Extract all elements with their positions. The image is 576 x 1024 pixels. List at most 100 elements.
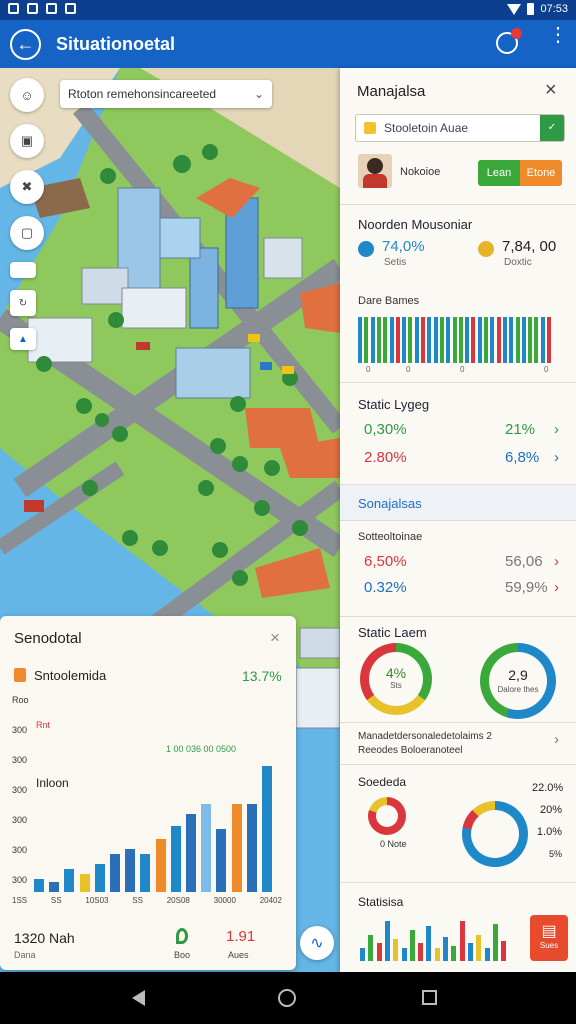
chart-bar xyxy=(458,317,463,363)
chart-bar xyxy=(451,945,457,961)
chart-bar xyxy=(155,839,166,892)
row-left-value: 2.80% xyxy=(364,449,407,466)
chart-bar xyxy=(484,317,488,363)
back-arrow-icon[interactable]: ← xyxy=(10,29,41,60)
chevron-right-icon[interactable]: › xyxy=(554,579,559,596)
donut-chart xyxy=(462,801,528,867)
details-line: Reeodes Boloeranoteel xyxy=(358,745,463,756)
x-label: 20402 xyxy=(259,896,282,905)
chart-bar xyxy=(467,943,473,961)
export-icon: ▤ xyxy=(541,923,557,940)
chart-bar xyxy=(383,317,388,363)
tools-icon[interactable]: ✖ xyxy=(10,170,44,204)
lean-button[interactable]: Lean xyxy=(478,160,520,186)
chart-note: 0 Note xyxy=(380,839,407,849)
bar-chart xyxy=(358,317,554,363)
chevron-right-icon[interactable]: › xyxy=(554,421,559,438)
square-icon[interactable]: ▢ xyxy=(10,216,44,250)
chart-bar xyxy=(364,317,369,363)
chart-bar xyxy=(34,879,44,892)
chart-bar xyxy=(395,317,400,363)
chart-bar xyxy=(452,317,457,363)
route-icon[interactable]: ↻ xyxy=(10,290,36,316)
chart-bar xyxy=(477,317,482,363)
etone-button[interactable]: Etone xyxy=(520,160,562,186)
close-icon[interactable]: × xyxy=(545,79,557,102)
chevron-right-icon[interactable]: › xyxy=(554,553,559,570)
export-button[interactable]: ▤ Sues xyxy=(530,915,568,961)
panel-search-input[interactable]: Stooletoin Auae ✓ xyxy=(355,114,565,142)
map-search-box[interactable]: Rtoton remehonsincareeted ⌄ xyxy=(60,80,272,108)
chart-bar xyxy=(49,881,60,892)
notification-badge xyxy=(511,28,522,39)
search-value: Stooletoin Auae xyxy=(384,121,469,135)
x-label: SS xyxy=(132,896,143,905)
bag-icon[interactable]: ▣ xyxy=(10,124,44,158)
section-sotteoltoinae: Sotteoltoinae 6,50% 56,06 › 0.32% 59,9% … xyxy=(340,520,576,616)
wifi-icon xyxy=(507,3,522,15)
chart-bar xyxy=(368,934,374,961)
chevron-right-icon[interactable]: › xyxy=(554,731,559,748)
item-label: Sntoolemida xyxy=(34,668,107,683)
stat-icon xyxy=(358,241,374,257)
y-label: 300 xyxy=(12,875,28,885)
chart-bar xyxy=(79,874,90,892)
y-label: 300 xyxy=(12,785,28,795)
back-nav-icon[interactable] xyxy=(132,990,145,1006)
section-title: Static Lygeg xyxy=(358,397,430,412)
section-title: Sonajalsas xyxy=(358,496,422,511)
map-search-placeholder: Rtoton remehonsincareeted xyxy=(68,87,217,101)
chart-bar xyxy=(358,317,362,363)
donut-value: 2,9 xyxy=(508,667,528,683)
chart-bar xyxy=(446,317,451,363)
section-title: Static Laem xyxy=(358,625,427,640)
map-tool-column: ☺ ▣ ✖ ▢ ↻ ▲ xyxy=(10,78,44,350)
chart-bar xyxy=(384,921,390,961)
section-details-link[interactable]: Manadetdersonaledetolaims 2 Reeodes Bolo… xyxy=(340,722,576,764)
chart-bar xyxy=(246,803,257,892)
trend-icon[interactable]: ∿ xyxy=(300,926,334,960)
chart-bar xyxy=(521,317,526,363)
bar-chart xyxy=(360,917,510,961)
close-icon[interactable]: × xyxy=(270,628,280,648)
stat-b-value: 7,84, 00 xyxy=(502,238,557,255)
legend-item: 1.0% xyxy=(536,826,562,838)
battery-icon xyxy=(527,3,535,15)
chart-bar xyxy=(476,934,482,961)
chart-bar xyxy=(389,317,394,363)
overflow-menu-icon[interactable]: ⋮ xyxy=(548,25,568,45)
app-notification-icon xyxy=(8,3,19,14)
chevron-right-icon[interactable]: › xyxy=(554,449,559,466)
section-static-lygeg: Static Lygeg 0,30% 21% › 2.80% 6,8% › xyxy=(340,382,576,484)
tick-label: 0 xyxy=(544,365,549,374)
user-avatar-icon[interactable]: ☺ xyxy=(10,78,44,112)
chart-bar xyxy=(501,941,507,961)
chart-bar xyxy=(216,829,227,892)
app-bar: ← Situationoetal ⋮ xyxy=(0,20,576,68)
chart-annotation: 1 00 036 00 0500 xyxy=(166,744,237,754)
chart-bar xyxy=(201,803,212,892)
chart-bar xyxy=(376,943,382,961)
notification-bell-icon[interactable] xyxy=(496,28,522,54)
section-title: Soededa xyxy=(358,775,407,789)
location-icon[interactable]: ▲ xyxy=(10,328,36,350)
recents-nav-icon[interactable] xyxy=(422,990,437,1005)
chart-bar xyxy=(125,849,136,892)
confirm-icon[interactable]: ✓ xyxy=(540,115,564,141)
app-title: Situationoetal xyxy=(56,34,176,54)
stat-a-value: 74,0% xyxy=(382,238,425,255)
section-title: Noorden Mousoniar xyxy=(358,217,473,232)
home-nav-icon[interactable] xyxy=(278,989,296,1007)
avatar[interactable] xyxy=(358,154,392,188)
chart-bar xyxy=(393,939,399,961)
chart-bar xyxy=(409,930,415,961)
chart-bar xyxy=(528,317,533,363)
layer-toggle-icon[interactable] xyxy=(10,262,36,278)
stat-a-label: Setis xyxy=(384,257,407,268)
section-sonajalsas[interactable]: Sonajalsas xyxy=(340,484,576,520)
chart-bar xyxy=(434,947,440,961)
x-label: 20S08 xyxy=(166,896,190,905)
chart-bar xyxy=(262,766,272,892)
chart-bar xyxy=(471,317,476,363)
bottom-stats-card: Senodotal × Sntoolemida 13.7% Roo 300 30… xyxy=(0,616,296,970)
